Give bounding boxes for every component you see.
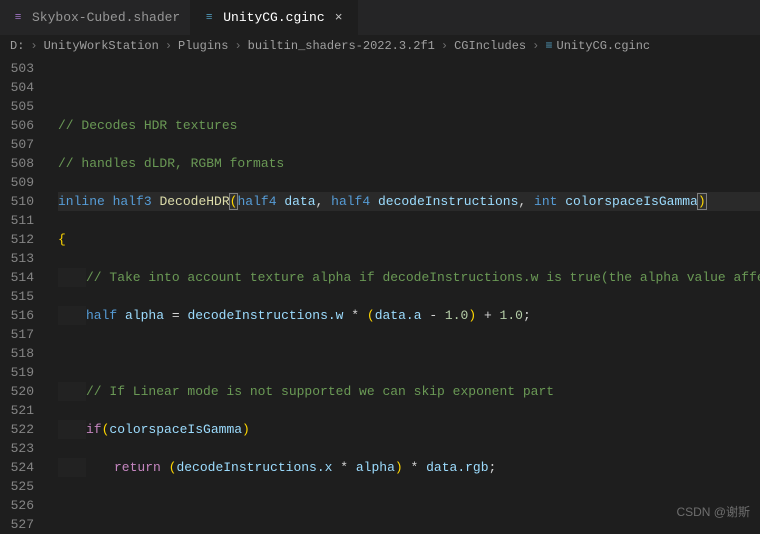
code-line: // Take into account texture alpha if de… (58, 268, 760, 287)
code-line: // Decodes HDR textures (58, 116, 760, 135)
breadcrumb-item[interactable]: Plugins (178, 39, 228, 53)
code-line: if(colorspaceIsGamma) (58, 420, 760, 439)
breadcrumb-item[interactable]: builtin_shaders-2022.3.2f1 (248, 39, 435, 53)
code-line: inline half3 DecodeHDR(half4 data, half4… (58, 192, 760, 211)
close-icon[interactable]: × (331, 10, 347, 25)
code-line: return (decodeInstructions.x * alpha) * … (58, 458, 760, 477)
code-line: { (58, 230, 760, 249)
file-icon: ≡ (10, 10, 26, 26)
code-line (58, 344, 760, 363)
code-line: half alpha = decodeInstructions.w * (dat… (58, 306, 760, 325)
code-editor[interactable]: 503504505506507 508509510511512 51351451… (0, 57, 760, 526)
chevron-right-icon: › (163, 39, 174, 53)
chevron-right-icon: › (530, 39, 541, 53)
tab-skybox-shader[interactable]: ≡ Skybox-Cubed.shader (0, 0, 191, 35)
code-line (58, 78, 760, 97)
breadcrumb: D: › UnityWorkStation › Plugins › builtin_s… (0, 35, 760, 57)
tab-label: Skybox-Cubed.shader (32, 10, 180, 25)
breadcrumb-item[interactable]: CGIncludes (454, 39, 526, 53)
chevron-right-icon: › (232, 39, 243, 53)
breadcrumb-item[interactable]: D: (10, 39, 24, 53)
chevron-right-icon: › (28, 39, 39, 53)
code-line: // handles dLDR, RGBM formats (58, 154, 760, 173)
tab-unitycg-cginc[interactable]: ≡ UnityCG.cginc × (191, 0, 357, 35)
breadcrumb-item[interactable]: ≡ UnityCG.cginc (545, 39, 650, 53)
code-content[interactable]: // Decodes HDR textures // handles dLDR,… (44, 57, 760, 526)
tab-label: UnityCG.cginc (223, 10, 324, 25)
chevron-right-icon: › (439, 39, 450, 53)
code-line (58, 496, 760, 515)
breadcrumb-item[interactable]: UnityWorkStation (44, 39, 159, 53)
tab-bar: ≡ Skybox-Cubed.shader ≡ UnityCG.cginc × (0, 0, 760, 35)
line-number-gutter: 503504505506507 508509510511512 51351451… (0, 57, 44, 526)
file-icon: ≡ (201, 10, 217, 26)
watermark: CSDN @谢斯 (676, 503, 750, 520)
code-line: // If Linear mode is not supported we ca… (58, 382, 760, 401)
